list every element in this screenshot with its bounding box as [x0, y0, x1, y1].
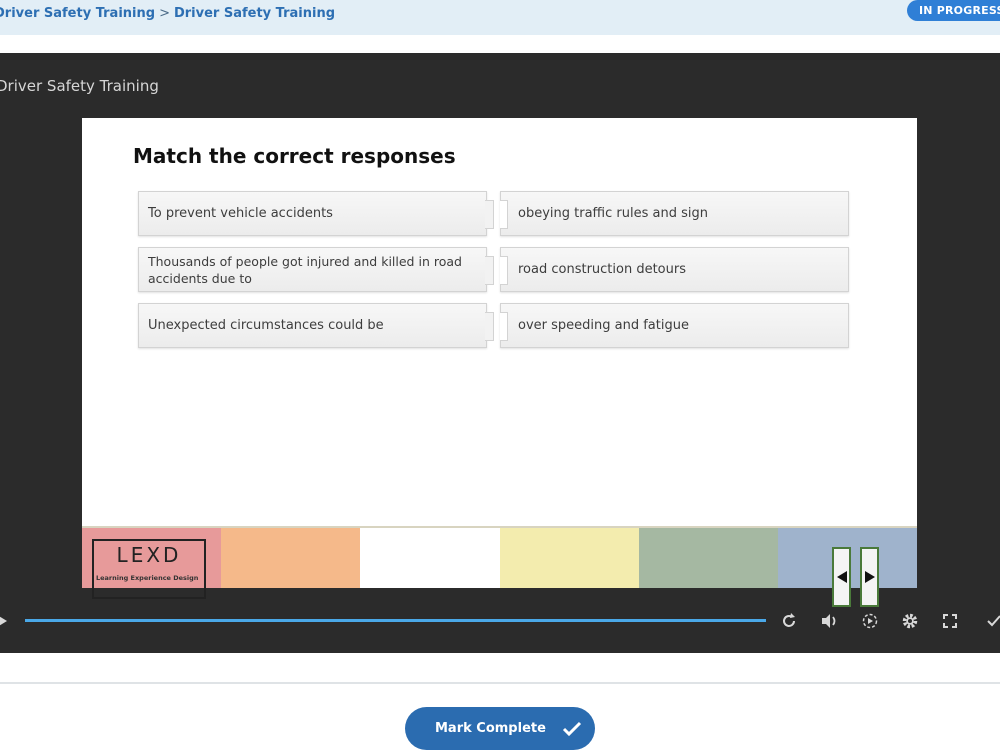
match-item-label: obeying traffic rules and sign: [518, 206, 708, 221]
fullscreen-icon[interactable]: [940, 611, 960, 631]
match-item-left[interactable]: To prevent vehicle accidents: [138, 191, 494, 236]
match-item-label: road construction detours: [518, 262, 686, 277]
progress-bar[interactable]: [25, 619, 766, 622]
player-controls: [0, 603, 1000, 639]
match-item-right[interactable]: road construction detours: [500, 247, 849, 292]
breadcrumb-course-link[interactable]: Driver Safety Training: [0, 6, 155, 21]
playback-speed-icon[interactable]: [860, 611, 880, 631]
replay-icon[interactable]: [779, 611, 799, 631]
status-badge: IN PROGRESS: [907, 0, 1000, 21]
match-item-label: Thousands of people got injured and kill…: [148, 253, 462, 286]
play-icon[interactable]: [0, 611, 12, 631]
slide-heading: Match the correct responses: [133, 144, 456, 168]
video-player: Driver Safety Training Match the correct…: [0, 53, 1000, 653]
triangle-left-icon: [836, 571, 847, 583]
color-block: [360, 528, 500, 588]
progress-fill: [25, 619, 766, 622]
mark-complete-button[interactable]: Mark Complete: [405, 707, 595, 750]
match-item-left[interactable]: Unexpected circumstances could be: [138, 303, 494, 348]
slide-footer-strip: LEXD Learning Experience Design: [82, 526, 918, 607]
match-item-right[interactable]: obeying traffic rules and sign: [500, 191, 849, 236]
top-bar: Driver Safety Training > Driver Safety Tra…: [0, 0, 1000, 35]
triangle-right-icon: [864, 571, 875, 583]
match-item-label: over speeding and fatigue: [518, 318, 689, 333]
player-title: Driver Safety Training: [0, 77, 159, 95]
slide-prev-button[interactable]: [832, 547, 851, 607]
breadcrumb-separator: >: [159, 6, 170, 21]
match-item-label: To prevent vehicle accidents: [148, 206, 333, 221]
checkmark-icon: [562, 721, 582, 737]
slide-next-button[interactable]: [860, 547, 879, 607]
mark-complete-label: Mark Complete: [435, 721, 546, 736]
slide-content: Match the correct responses To prevent v…: [82, 118, 918, 607]
logo-text: LEXD: [116, 543, 182, 567]
color-block: [221, 528, 361, 588]
match-item-left[interactable]: Thousands of people got injured and kill…: [138, 247, 494, 292]
match-item-label: Unexpected circumstances could be: [148, 318, 384, 333]
color-block: [638, 528, 778, 588]
breadcrumb: Driver Safety Training > Driver Safety Tra…: [0, 6, 335, 21]
breadcrumb-lesson-link[interactable]: Driver Safety Training: [174, 6, 335, 21]
settings-gear-icon[interactable]: [900, 611, 920, 631]
match-item-right[interactable]: over speeding and fatigue: [500, 303, 849, 348]
divider: [0, 682, 1000, 684]
check-icon[interactable]: [984, 611, 1000, 631]
volume-icon[interactable]: [820, 611, 840, 631]
color-block: [499, 528, 639, 588]
